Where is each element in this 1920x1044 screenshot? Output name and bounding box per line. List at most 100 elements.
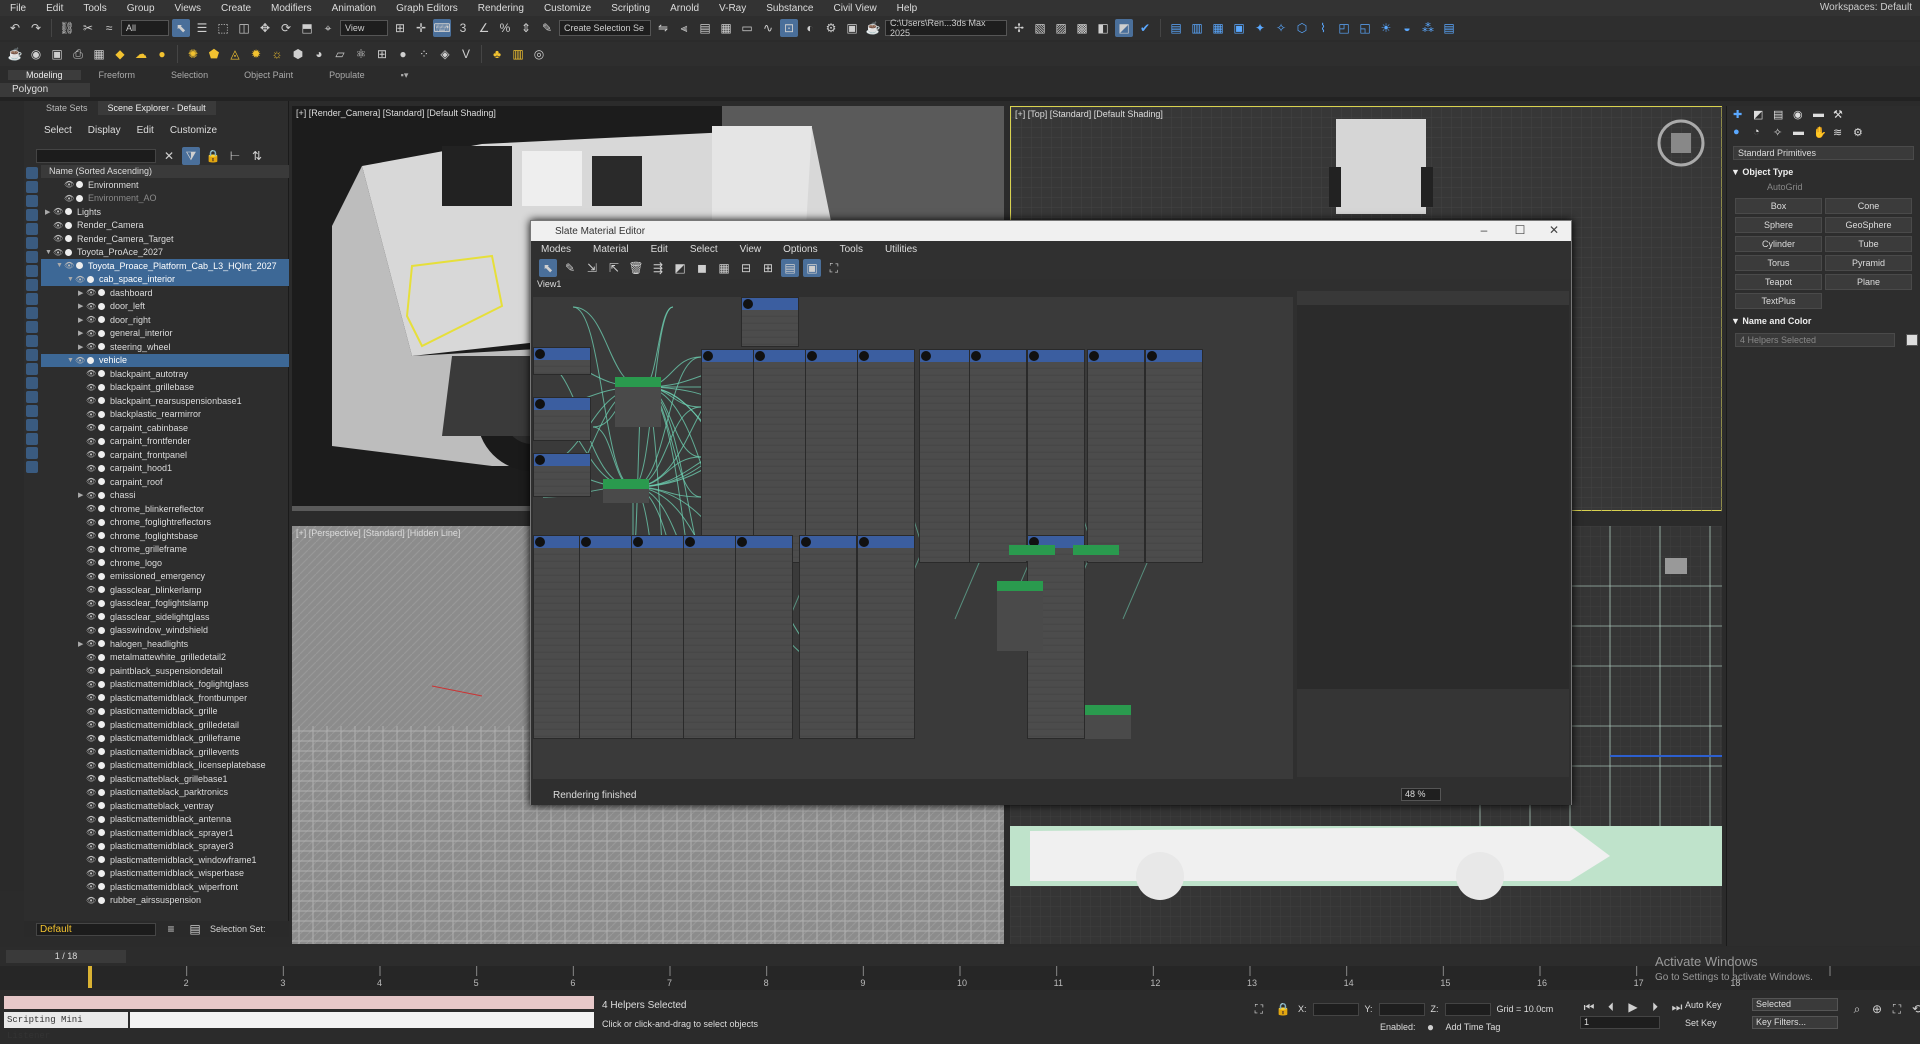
freeze-dot-icon[interactable] <box>98 829 105 837</box>
material-node-header[interactable] <box>1146 350 1202 362</box>
visibility-eye-icon[interactable]: 👁 <box>53 221 63 230</box>
freeze-dot-icon[interactable] <box>76 194 83 202</box>
vray-mesh-light-icon[interactable]: ⬟ <box>205 45 223 63</box>
check-icon[interactable]: ✔ <box>1136 19 1154 37</box>
tree-row[interactable]: ▶ 👁 door_left <box>41 300 289 314</box>
tree-row[interactable]: ▶ 👁 general_interior <box>41 327 289 341</box>
orbit-icon[interactable]: ⟲ <box>1908 1000 1920 1018</box>
freeze-dot-icon[interactable] <box>98 505 105 513</box>
arnold-settings-icon[interactable]: ◎ <box>530 45 548 63</box>
object-color-swatch[interactable] <box>1906 334 1919 347</box>
sme-view-tab[interactable]: View1 <box>531 279 1571 291</box>
material-node-header[interactable] <box>632 536 688 548</box>
freeze-dot-icon[interactable] <box>98 383 105 391</box>
menu-create[interactable]: Create <box>211 3 261 14</box>
tab-scene-explorer[interactable]: Scene Explorer - Default <box>97 101 216 115</box>
tree-row[interactable]: 👁 rubber_airssuspension <box>41 894 289 905</box>
display-filter-icon[interactable] <box>26 293 38 305</box>
maximize-icon[interactable]: ☐ <box>1505 223 1535 237</box>
rendered-frame-window-icon[interactable]: ▣ <box>843 19 861 37</box>
schematic-view-icon[interactable]: ⊡ <box>780 19 798 37</box>
material-node[interactable] <box>735 535 793 739</box>
current-frame-field[interactable]: 1 <box>1580 1016 1660 1029</box>
teapot-icon[interactable]: ☕ <box>6 45 24 63</box>
material-node-header[interactable] <box>1088 350 1144 362</box>
display-filter-icon[interactable] <box>26 363 38 375</box>
freeze-dot-icon[interactable] <box>98 788 105 796</box>
visibility-eye-icon[interactable]: 👁 <box>86 707 96 716</box>
visibility-eye-icon[interactable]: 👁 <box>86 855 96 864</box>
plugin-b-icon[interactable]: ▨ <box>1052 19 1070 37</box>
lock-icon[interactable]: 🔒 <box>204 147 222 165</box>
undo-icon[interactable]: ↶ <box>6 19 24 37</box>
visibility-eye-icon[interactable]: 👁 <box>86 734 96 743</box>
tree-row[interactable]: 👁 carpaint_frontpanel <box>41 448 289 462</box>
viewport-top-label[interactable]: [+] [Top] [Standard] [Default Shading] <box>1015 109 1163 119</box>
material-node[interactable] <box>579 535 637 739</box>
freeze-dot-icon[interactable] <box>98 707 105 715</box>
workspace-selector[interactable]: Workspaces: Default <box>1820 2 1912 13</box>
tree-row[interactable]: ▶ 👁 door_right <box>41 313 289 327</box>
navigator-bar[interactable] <box>1297 291 1569 305</box>
material-node-header[interactable] <box>534 348 590 360</box>
vray-ambient-icon[interactable]: ✹ <box>247 45 265 63</box>
tree-row[interactable]: 👁 glassclear_blinkerlamp <box>41 583 289 597</box>
arnold-cloud-icon[interactable]: ☁ <box>132 45 150 63</box>
arnold-chart-icon[interactable]: ▥ <box>509 45 527 63</box>
material-node-slots[interactable] <box>534 466 590 496</box>
vray-tools-c-icon[interactable]: ▦ <box>1209 19 1227 37</box>
freeze-dot-icon[interactable] <box>98 559 105 567</box>
display-filter-icon[interactable] <box>26 433 38 445</box>
tree-row[interactable]: 👁 carpaint_frontfender <box>41 435 289 449</box>
visibility-eye-icon[interactable]: 👁 <box>64 261 74 270</box>
pivot-icon[interactable]: ⊞ <box>391 19 409 37</box>
freeze-dot-icon[interactable] <box>98 410 105 418</box>
menu-tools[interactable]: Tools <box>73 3 116 14</box>
display-filter-icon[interactable] <box>26 181 38 193</box>
tree-row[interactable]: 👁 chrome_blinkerreflector <box>41 502 289 516</box>
material-node-header[interactable] <box>742 298 798 310</box>
ribbon-tab-object-paint[interactable]: Object Paint <box>226 70 311 80</box>
visibility-eye-icon[interactable]: 👁 <box>53 234 63 243</box>
selection-set-icon[interactable]: ▤ <box>186 920 204 938</box>
utilities-tab-icon[interactable]: ⚒ <box>1833 108 1847 122</box>
bind-spacewarp-icon[interactable]: ≈ <box>100 19 118 37</box>
display-filter-icon[interactable] <box>26 195 38 207</box>
cube-icon[interactable]: ⬢ <box>289 45 307 63</box>
unlink-icon[interactable]: ✂ <box>79 19 97 37</box>
sphere-render-icon[interactable]: ◉ <box>27 45 45 63</box>
material-node-slots[interactable] <box>534 360 590 374</box>
menu-customize[interactable]: Customize <box>534 3 601 14</box>
visibility-eye-icon[interactable]: 👁 <box>86 666 96 675</box>
map-node-header[interactable] <box>1073 545 1119 555</box>
pyramid-button[interactable]: Pyramid <box>1825 255 1912 271</box>
freeze-dot-icon[interactable] <box>98 302 105 310</box>
explorer-menu-display[interactable]: Display <box>88 125 121 141</box>
visibility-eye-icon[interactable]: 👁 <box>86 761 96 770</box>
rect-selection-icon[interactable]: ⬚ <box>214 19 232 37</box>
tree-row[interactable]: 👁 Render_Camera_Target <box>41 232 289 246</box>
expand-toggle-icon[interactable]: ▶ <box>78 316 86 324</box>
render-frame-icon[interactable]: ▣ <box>48 45 66 63</box>
explorer-menu-edit[interactable]: Edit <box>137 125 154 141</box>
expand-toggle-icon[interactable]: ▶ <box>78 491 86 499</box>
ribbon-options-icon[interactable]: ▪▾ <box>383 70 427 81</box>
sme-navigator-icon[interactable]: ⛶ <box>825 259 843 277</box>
sme-menu-view[interactable]: View <box>740 244 762 255</box>
sme-menu-options[interactable]: Options <box>783 244 817 255</box>
visibility-eye-icon[interactable]: 👁 <box>86 626 96 635</box>
display-filter-icon[interactable] <box>26 209 38 221</box>
tree-row[interactable]: 👁 blackpaint_rearsuspensionbase1 <box>41 394 289 408</box>
expand-toggle-icon[interactable]: ▶ <box>78 640 86 648</box>
material-node-header[interactable] <box>858 536 914 548</box>
vray-logo-icon[interactable]: V <box>457 45 475 63</box>
ribbon-tab-populate[interactable]: Populate <box>311 70 383 80</box>
material-node-slots[interactable] <box>742 310 798 346</box>
tree-row[interactable]: ▶ 👁 dashboard <box>41 286 289 300</box>
tree-row[interactable]: 👁 plasticmattemidblack_sprayer1 <box>41 826 289 840</box>
freeze-dot-icon[interactable] <box>98 802 105 810</box>
tree-row[interactable]: 👁 glassclear_foglightslamp <box>41 597 289 611</box>
freeze-dot-icon[interactable] <box>76 181 83 189</box>
zoom-icon[interactable]: ⌕ <box>1848 1000 1866 1018</box>
display-filter-icon[interactable] <box>26 461 38 473</box>
